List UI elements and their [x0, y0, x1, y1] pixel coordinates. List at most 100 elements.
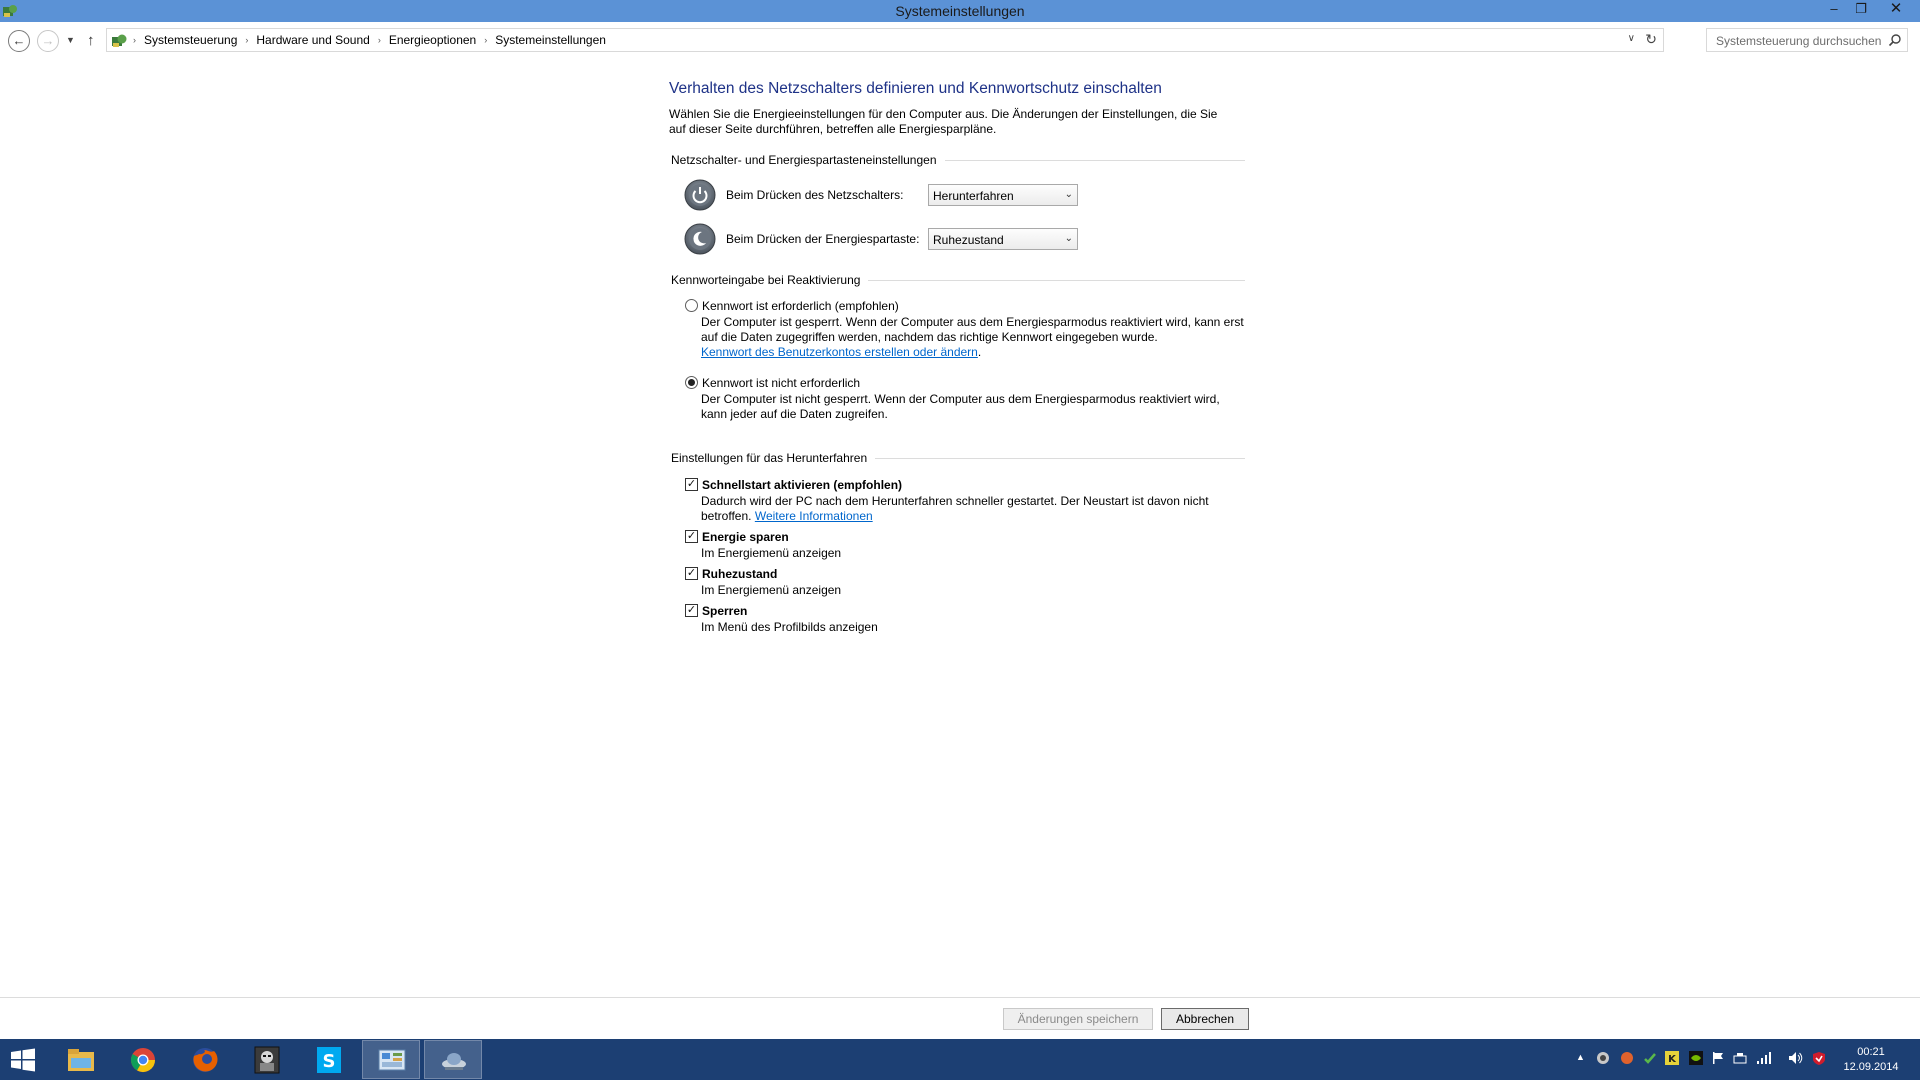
search-placeholder: Systemsteuerung durchsuchen	[1716, 34, 1882, 48]
shield-icon[interactable]	[1596, 1051, 1610, 1065]
breadcrumb-energieoptionen[interactable]: Energieoptionen	[389, 33, 476, 47]
search-icon[interactable]	[1888, 33, 1902, 47]
back-button[interactable]: ←	[8, 30, 30, 52]
clock-date: 12.09.2014	[1843, 1061, 1899, 1073]
section-shutdown-heading: Einstellungen für das Herunterfahren	[671, 451, 868, 465]
chevron-down-icon: ⌄	[1064, 233, 1073, 244]
page-intro: Wählen Sie die Energieeinstellungen für …	[669, 107, 1218, 136]
breadcrumb-separator[interactable]: ›	[245, 35, 248, 45]
refresh-button[interactable]: ↻	[1645, 31, 1657, 48]
section-power-buttons: Netzschalter- und Energiespartasteneinst…	[671, 152, 1245, 168]
password-required-label[interactable]: Kennwort ist erforderlich (empfohlen)	[702, 299, 899, 313]
chevron-down-icon: ⌄	[1064, 189, 1073, 200]
taskbar-game[interactable]	[238, 1040, 296, 1079]
save-changes-button[interactable]: Änderungen speichern	[1003, 1008, 1153, 1030]
fastboot-option: ✓ Schnellstart aktivieren (empfohlen) Da…	[685, 477, 1245, 524]
password-not-required-description: Der Computer ist nicht gesperrt. Wenn de…	[701, 392, 1220, 421]
divider	[868, 279, 1245, 281]
signal-strength-icon[interactable]	[1756, 1051, 1772, 1065]
divider	[944, 159, 1245, 161]
breadcrumb: › Systemsteuerung › Hardware und Sound ›…	[133, 33, 606, 47]
taskbar-control-panel[interactable]	[362, 1040, 420, 1079]
lock-checkbox[interactable]: ✓	[685, 604, 698, 617]
up-button[interactable]: ↑	[87, 32, 95, 49]
taskbar-network-app[interactable]	[424, 1040, 482, 1079]
address-bar[interactable]: › Systemsteuerung › Hardware und Sound ›…	[106, 28, 1664, 52]
navigation-bar: ← → ▼ ↑ › Systemsteuerung › Hardware und…	[0, 22, 1920, 60]
fastboot-label[interactable]: Schnellstart aktivieren (empfohlen)	[702, 478, 902, 492]
power-button-action-select[interactable]: Herunterfahren ⌄	[928, 184, 1078, 206]
password-not-required-radio[interactable]	[685, 376, 698, 389]
address-dropdown-button[interactable]: ∨	[1628, 33, 1635, 44]
antivirus-shield-icon[interactable]	[1812, 1051, 1826, 1066]
clock-time: 00:21	[1857, 1046, 1885, 1058]
section-shutdown: Einstellungen für das Herunterfahren	[671, 450, 1245, 466]
lock-label[interactable]: Sperren	[702, 604, 747, 618]
minimize-button[interactable]: –	[1820, 0, 1848, 20]
password-required-description: Der Computer ist gesperrt. Wenn der Comp…	[701, 315, 1244, 344]
windows-start-icon[interactable]	[10, 1048, 36, 1072]
sleep-label[interactable]: Energie sparen	[702, 530, 789, 544]
page-title: Verhalten des Netzschalters definieren u…	[669, 80, 1162, 97]
title-bar: Systemeinstellungen – ❐ ✕	[0, 0, 1920, 22]
button-bar: Änderungen speichern Abbrechen	[0, 997, 1920, 1039]
hibernate-label[interactable]: Ruhezustand	[702, 567, 777, 581]
breadcrumb-separator[interactable]: ›	[133, 35, 136, 45]
recent-locations-button[interactable]: ▼	[66, 35, 75, 45]
power-button-label: Beim Drücken des Netzschalters:	[726, 188, 904, 202]
svg-text:K: K	[1668, 1054, 1677, 1065]
window-title: Systemeinstellungen	[895, 3, 1025, 19]
fastboot-checkbox[interactable]: ✓	[685, 478, 698, 491]
svg-text:S: S	[323, 1051, 336, 1072]
control-panel-icon	[112, 34, 127, 47]
game-icon	[254, 1046, 280, 1074]
more-info-link[interactable]: Weitere Informationen	[755, 509, 873, 523]
nvidia-icon[interactable]	[1689, 1051, 1703, 1065]
security-app-icon[interactable]	[1620, 1051, 1634, 1065]
taskbar-chrome[interactable]	[114, 1040, 172, 1079]
power-button-action-value: Herunterfahren	[933, 189, 1014, 203]
maximize-button[interactable]: ❐	[1847, 0, 1875, 20]
section-password-heading: Kennworteingabe bei Reaktivierung	[671, 273, 861, 287]
sleep-checkbox[interactable]: ✓	[685, 530, 698, 543]
sleep-icon	[684, 223, 716, 255]
network-icon[interactable]	[1733, 1051, 1747, 1065]
forward-button[interactable]: →	[37, 30, 59, 52]
taskbar-skype[interactable]: S	[300, 1040, 358, 1079]
breadcrumb-systemsteuerung[interactable]: Systemsteuerung	[144, 33, 237, 47]
action-center-flag-icon[interactable]	[1711, 1051, 1725, 1065]
chrome-icon	[130, 1048, 155, 1073]
taskbar-file-explorer[interactable]	[52, 1040, 110, 1079]
system-clock[interactable]: 00:21 12.09.2014	[1838, 1045, 1904, 1075]
taskbar-firefox[interactable]	[176, 1040, 234, 1079]
hibernate-checkbox[interactable]: ✓	[685, 567, 698, 580]
password-required-radio[interactable]	[685, 299, 698, 312]
show-hidden-icons-button[interactable]: ▲	[1576, 1052, 1585, 1062]
network-app-icon	[442, 1053, 466, 1070]
breadcrumb-separator[interactable]: ›	[484, 35, 487, 45]
k-app-icon[interactable]: K	[1665, 1051, 1679, 1065]
section-password: Kennworteingabe bei Reaktivierung	[671, 272, 1245, 288]
change-password-link[interactable]: Kennwort des Benutzerkontos erstellen od…	[701, 345, 978, 359]
divider	[875, 457, 1245, 459]
sleep-button-action-value: Ruhezustand	[933, 233, 1004, 247]
hibernate-description: Im Energiemenü anzeigen	[701, 583, 842, 597]
password-not-required-label[interactable]: Kennwort ist nicht erforderlich	[702, 376, 860, 390]
firefox-icon	[193, 1048, 218, 1072]
hibernate-option: ✓ Ruhezustand Im Energiemenü anzeigen	[685, 566, 1245, 598]
breadcrumb-systemeinstellungen[interactable]: Systemeinstellungen	[495, 33, 606, 47]
sleep-description: Im Energiemenü anzeigen	[701, 546, 842, 560]
power-icon	[684, 179, 716, 211]
volume-icon[interactable]	[1788, 1051, 1804, 1065]
search-box[interactable]: Systemsteuerung durchsuchen	[1706, 28, 1908, 52]
lock-option: ✓ Sperren Im Menü des Profilbilds anzeig…	[685, 603, 1245, 635]
close-button[interactable]: ✕	[1877, 0, 1915, 20]
sleep-button-action-select[interactable]: Ruhezustand ⌄	[928, 228, 1078, 250]
breadcrumb-hardware-und-sound[interactable]: Hardware und Sound	[256, 33, 369, 47]
update-icon[interactable]	[1643, 1051, 1657, 1065]
breadcrumb-separator[interactable]: ›	[378, 35, 381, 45]
cancel-button[interactable]: Abbrechen	[1161, 1008, 1249, 1030]
lock-description: Im Menü des Profilbilds anzeigen	[701, 620, 878, 634]
section-power-heading: Netzschalter- und Energiespartasteneinst…	[671, 153, 937, 167]
sleep-button-label: Beim Drücken der Energiespartaste:	[726, 232, 920, 246]
